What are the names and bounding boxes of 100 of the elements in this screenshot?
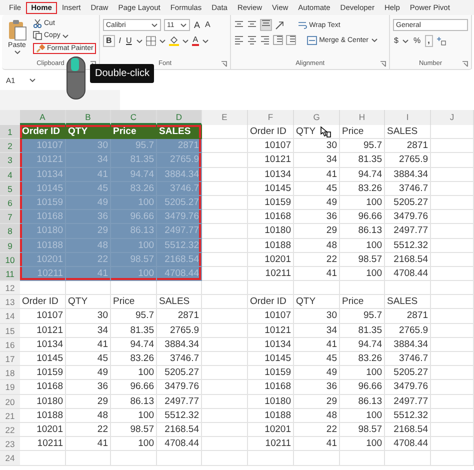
empty-cell[interactable] bbox=[202, 309, 248, 324]
caret-icon[interactable] bbox=[158, 38, 166, 44]
copy-icon[interactable] bbox=[33, 31, 42, 40]
empty-cell[interactable] bbox=[431, 451, 474, 466]
empty-cell[interactable] bbox=[431, 380, 474, 395]
empty-cell[interactable] bbox=[431, 394, 474, 409]
row-header[interactable]: 11 bbox=[0, 266, 20, 282]
column-header[interactable]: H bbox=[340, 110, 385, 125]
row-header[interactable]: 6 bbox=[0, 196, 20, 210]
font-color-button[interactable]: A bbox=[192, 36, 200, 46]
column-header[interactable]: I bbox=[385, 110, 431, 125]
empty-cell[interactable] bbox=[157, 281, 202, 296]
percent-button[interactable]: % bbox=[412, 36, 422, 46]
fill-color-icon[interactable] bbox=[168, 36, 179, 46]
caret-icon[interactable] bbox=[180, 22, 187, 28]
row-header[interactable]: 12 bbox=[0, 281, 20, 296]
empty-cell[interactable] bbox=[340, 451, 385, 466]
empty-cell[interactable] bbox=[202, 394, 248, 409]
empty-cell[interactable] bbox=[202, 422, 248, 438]
empty-cell[interactable] bbox=[202, 295, 248, 310]
empty-cell[interactable] bbox=[111, 281, 157, 296]
empty-cell[interactable] bbox=[431, 352, 474, 366]
empty-cell[interactable] bbox=[202, 338, 248, 352]
row-header[interactable]: 4 bbox=[0, 168, 20, 182]
merge-icon[interactable] bbox=[307, 36, 318, 44]
empty-cell[interactable] bbox=[66, 451, 111, 466]
row-header[interactable]: 24 bbox=[0, 451, 20, 466]
empty-cell[interactable] bbox=[294, 281, 340, 296]
align-right-icon[interactable] bbox=[260, 35, 270, 45]
caret-icon[interactable] bbox=[402, 38, 410, 44]
caret-icon[interactable] bbox=[370, 37, 378, 43]
empty-cell[interactable] bbox=[431, 153, 474, 168]
empty-cell[interactable] bbox=[431, 437, 474, 452]
row-header[interactable]: 14 bbox=[0, 309, 20, 324]
empty-cell[interactable] bbox=[431, 295, 474, 310]
empty-cell[interactable] bbox=[202, 352, 248, 366]
row-header[interactable]: 21 bbox=[0, 408, 20, 423]
row-header[interactable]: 15 bbox=[0, 324, 20, 338]
wrap-text-icon[interactable] bbox=[298, 20, 308, 30]
empty-cell[interactable] bbox=[431, 324, 474, 338]
row-header[interactable]: 22 bbox=[0, 422, 20, 438]
empty-cell[interactable] bbox=[431, 224, 474, 238]
empty-cell[interactable] bbox=[202, 366, 248, 380]
caret-icon[interactable] bbox=[182, 38, 189, 44]
column-header[interactable]: J bbox=[431, 110, 474, 125]
empty-cell[interactable] bbox=[248, 451, 294, 466]
align-middle-icon[interactable] bbox=[247, 20, 258, 30]
row-header[interactable]: 17 bbox=[0, 352, 20, 366]
column-header[interactable]: G bbox=[294, 110, 340, 125]
row-header[interactable]: 13 bbox=[0, 295, 20, 310]
paintbrush-icon[interactable] bbox=[36, 44, 45, 53]
empty-cell[interactable] bbox=[385, 451, 431, 466]
empty-cell[interactable] bbox=[431, 266, 474, 282]
empty-cell[interactable] bbox=[431, 338, 474, 352]
caret-icon[interactable] bbox=[136, 38, 143, 44]
empty-cell[interactable] bbox=[431, 139, 474, 154]
caret-icon[interactable] bbox=[29, 77, 36, 83]
empty-cell[interactable] bbox=[431, 422, 474, 438]
column-header[interactable]: F bbox=[248, 110, 294, 125]
increase-decimal-icon[interactable] bbox=[436, 36, 446, 46]
empty-cell[interactable] bbox=[111, 451, 157, 466]
empty-cell[interactable] bbox=[202, 437, 248, 452]
row-header[interactable]: 20 bbox=[0, 394, 20, 409]
comma-style-button[interactable]: , bbox=[424, 35, 433, 47]
empty-cell[interactable] bbox=[202, 408, 248, 423]
row-header[interactable]: 7 bbox=[0, 210, 20, 224]
scissors-icon[interactable] bbox=[33, 19, 42, 28]
column-header[interactable]: A bbox=[20, 110, 66, 125]
column-header[interactable]: B bbox=[66, 110, 111, 125]
currency-button[interactable]: $ bbox=[393, 36, 400, 46]
row-header[interactable]: 8 bbox=[0, 224, 20, 238]
empty-cell[interactable] bbox=[431, 366, 474, 380]
decrease-indent-icon[interactable] bbox=[273, 35, 284, 45]
increase-font-button[interactable]: A bbox=[193, 20, 202, 30]
empty-cell[interactable] bbox=[431, 281, 474, 296]
empty-cell[interactable] bbox=[385, 281, 431, 296]
align-left-icon[interactable] bbox=[234, 35, 244, 45]
empty-cell[interactable] bbox=[202, 324, 248, 338]
row-header[interactable]: 9 bbox=[0, 238, 20, 253]
empty-cell[interactable] bbox=[431, 408, 474, 423]
empty-cell[interactable] bbox=[157, 451, 202, 466]
empty-cell[interactable] bbox=[202, 451, 248, 466]
caret-icon[interactable] bbox=[151, 22, 158, 28]
caret-icon[interactable] bbox=[202, 38, 210, 44]
empty-cell[interactable] bbox=[294, 451, 340, 466]
row-header[interactable]: 5 bbox=[0, 182, 20, 196]
row-header[interactable]: 3 bbox=[0, 153, 20, 168]
empty-cell[interactable] bbox=[431, 210, 474, 224]
decrease-font-button[interactable]: A bbox=[204, 20, 212, 30]
empty-cell[interactable] bbox=[431, 168, 474, 182]
row-header[interactable]: 1 bbox=[0, 125, 20, 140]
caret-icon[interactable] bbox=[62, 32, 70, 38]
column-header[interactable]: C bbox=[111, 110, 157, 125]
row-header[interactable]: 23 bbox=[0, 437, 20, 452]
empty-cell[interactable] bbox=[431, 252, 474, 267]
row-header[interactable]: 18 bbox=[0, 366, 20, 380]
column-header[interactable]: D bbox=[157, 110, 202, 125]
align-top-icon[interactable] bbox=[234, 20, 244, 30]
caret-icon[interactable] bbox=[14, 49, 20, 55]
empty-cell[interactable] bbox=[66, 281, 111, 296]
